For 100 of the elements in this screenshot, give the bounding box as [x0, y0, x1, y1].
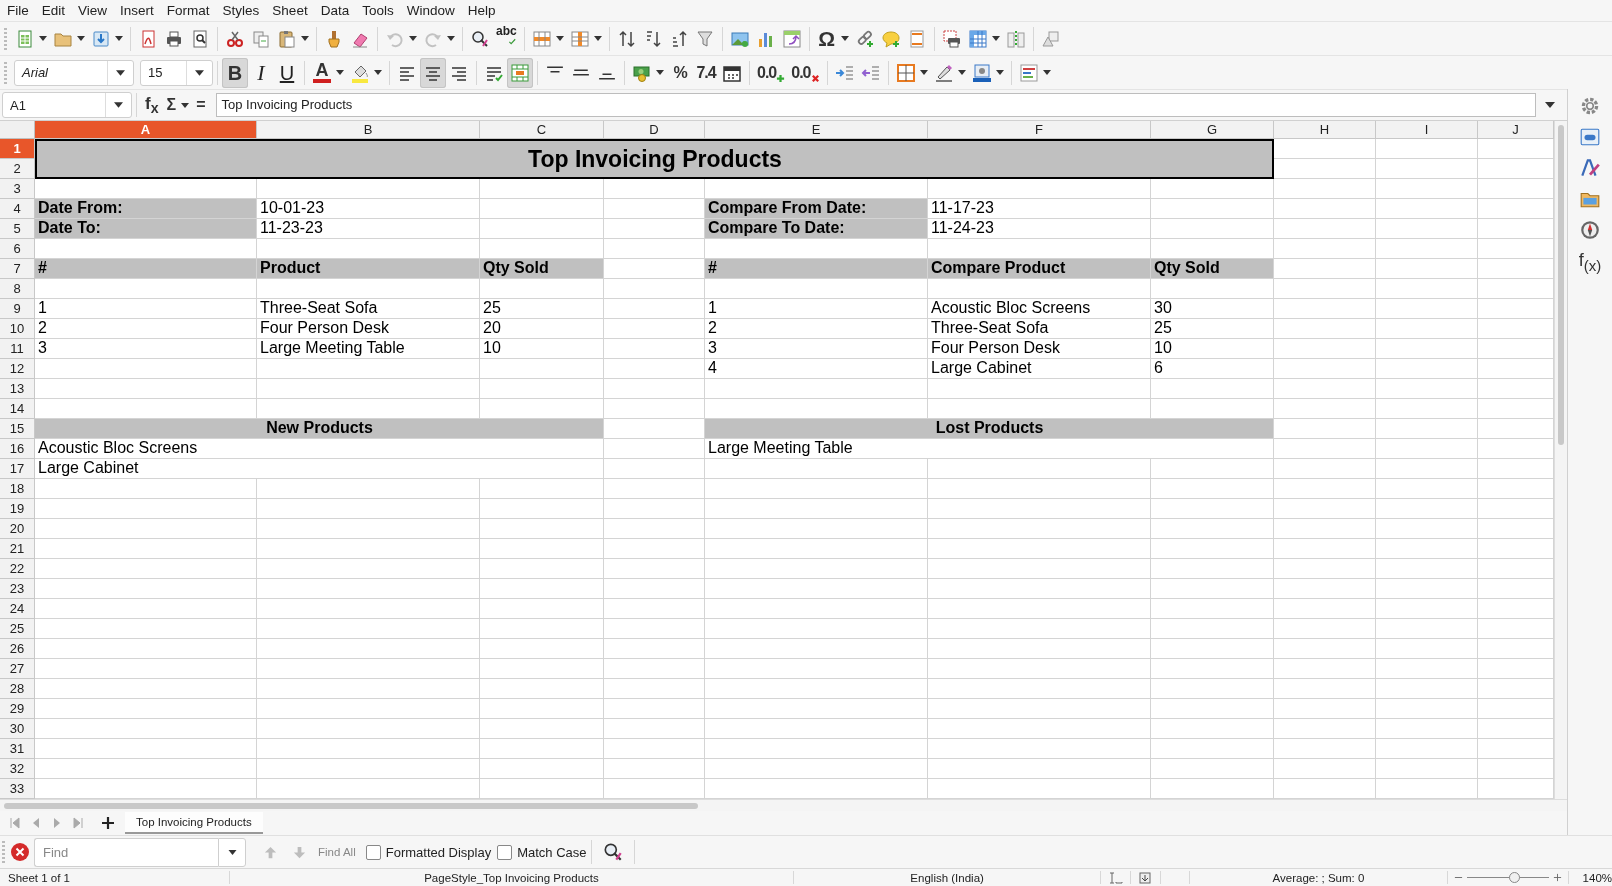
caret-icon[interactable]: [77, 36, 85, 41]
dropdown-button[interactable]: [218, 837, 246, 867]
menu-item[interactable]: Styles: [216, 3, 267, 18]
column-header[interactable]: D: [604, 121, 705, 139]
row-header[interactable]: 16: [0, 439, 35, 459]
row-header[interactable]: 26: [0, 639, 35, 659]
menu-item[interactable]: Insert: [114, 3, 161, 18]
row-header[interactable]: 3: [0, 179, 35, 199]
row-header[interactable]: 25: [0, 619, 35, 639]
column-header[interactable]: G: [1151, 121, 1274, 139]
navigator-icon[interactable]: [1579, 219, 1601, 241]
row-header[interactable]: 29: [0, 699, 35, 719]
menu-item[interactable]: Edit: [35, 3, 73, 18]
menu-item[interactable]: Format: [160, 3, 217, 18]
row-header[interactable]: 27: [0, 659, 35, 679]
caret-icon[interactable]: [991, 36, 1000, 41]
row-header[interactable]: 28: [0, 679, 35, 699]
column-header[interactable]: C: [480, 121, 604, 139]
font-name-field[interactable]: Arial: [14, 59, 134, 86]
caret-icon[interactable]: [919, 70, 928, 75]
row-header[interactable]: 13: [0, 379, 35, 399]
row-header[interactable]: 7: [0, 259, 35, 279]
row-header[interactable]: 1: [0, 139, 35, 159]
sheet-tab[interactable]: Top Invoicing Products: [125, 812, 263, 834]
row-header[interactable]: 4: [0, 199, 35, 219]
row-header[interactable]: 18: [0, 479, 35, 499]
zoom-slider-thumb[interactable]: [1509, 872, 1521, 883]
delete-decimal-button[interactable]: 0.0: [788, 57, 823, 88]
percent-button[interactable]: %: [667, 57, 693, 88]
menu-item[interactable]: Tools: [356, 3, 401, 18]
row-header[interactable]: 31: [0, 739, 35, 759]
row-header[interactable]: 17: [0, 459, 35, 479]
caret-icon[interactable]: [555, 36, 564, 41]
checkbox[interactable]: [497, 844, 513, 860]
find-field[interactable]: Find: [34, 837, 218, 867]
sum-button[interactable]: Σ: [162, 96, 181, 114]
name-box[interactable]: A1: [2, 92, 132, 118]
caret-icon[interactable]: [115, 36, 123, 41]
styles-icon[interactable]: [1579, 157, 1601, 179]
checkbox[interactable]: [365, 844, 381, 860]
row-header[interactable]: 10: [0, 319, 35, 339]
menu-item[interactable]: File: [1, 3, 36, 18]
checkbox-label[interactable]: Match Case: [517, 844, 587, 860]
row-header[interactable]: 23: [0, 579, 35, 599]
properties-icon[interactable]: [1579, 126, 1601, 148]
caret-icon[interactable]: [409, 36, 417, 41]
column-header[interactable]: F: [928, 121, 1151, 139]
spelling-button[interactable]: abc: [493, 23, 520, 54]
caret-icon[interactable]: [656, 70, 664, 75]
row-header[interactable]: 20: [0, 519, 35, 539]
row-header[interactable]: 33: [0, 779, 35, 799]
row-header[interactable]: 12: [0, 359, 35, 379]
font-color-button[interactable]: A: [309, 57, 335, 88]
close-icon[interactable]: [10, 842, 30, 862]
menu-item[interactable]: Data: [314, 3, 357, 18]
special-character-button[interactable]: Ω: [813, 23, 840, 54]
row-header[interactable]: 8: [0, 279, 35, 299]
row-header[interactable]: 24: [0, 599, 35, 619]
formula-input-field[interactable]: Top Invoicing Products: [215, 93, 1536, 117]
row-header[interactable]: 5: [0, 219, 35, 239]
column-header[interactable]: A: [35, 121, 257, 139]
caret-icon[interactable]: [39, 36, 47, 41]
caret-icon[interactable]: [336, 70, 344, 75]
row-header[interactable]: 30: [0, 719, 35, 739]
horizontal-scrollbar[interactable]: [0, 799, 1567, 811]
align-center-button[interactable]: [420, 57, 446, 88]
formula-button[interactable]: =: [192, 96, 210, 114]
row-header[interactable]: 14: [0, 399, 35, 419]
caret-icon[interactable]: [593, 36, 602, 41]
row-header[interactable]: 19: [0, 499, 35, 519]
row-header[interactable]: 6: [0, 239, 35, 259]
caret-icon[interactable]: [1042, 70, 1051, 75]
menu-item[interactable]: Window: [400, 3, 462, 18]
underline-button[interactable]: U: [274, 57, 300, 88]
caret-icon[interactable]: [840, 36, 849, 41]
row-header[interactable]: 22: [0, 559, 35, 579]
add-decimal-button[interactable]: 0.0: [754, 57, 789, 88]
row-header[interactable]: 15: [0, 419, 35, 439]
row-header[interactable]: 9: [0, 299, 35, 319]
column-header[interactable]: H: [1274, 121, 1376, 139]
merge-cells-button[interactable]: [507, 57, 533, 88]
row-header[interactable]: 11: [0, 339, 35, 359]
checkbox-label[interactable]: Formatted Display: [385, 844, 492, 860]
italic-button[interactable]: I: [248, 57, 274, 88]
menu-item[interactable]: Sheet: [266, 3, 315, 18]
font-size-field[interactable]: 15: [140, 59, 213, 86]
settings-icon[interactable]: [1579, 95, 1601, 117]
vertical-scrollbar[interactable]: [1554, 121, 1567, 799]
expand-formula-icon[interactable]: [1545, 102, 1555, 108]
add-sheet-icon[interactable]: [101, 816, 115, 830]
bold-button[interactable]: B: [222, 57, 248, 88]
caret-icon[interactable]: [181, 102, 190, 108]
column-header[interactable]: J: [1478, 121, 1554, 139]
menu-item[interactable]: View: [72, 3, 115, 18]
function-wizard-button[interactable]: f$_{x}$: [141, 93, 163, 117]
zoom-in-icon[interactable]: [1552, 873, 1562, 882]
number-format-button[interactable]: 7.4: [693, 57, 719, 88]
column-header[interactable]: E: [705, 121, 928, 139]
row-header[interactable]: 32: [0, 759, 35, 779]
caret-icon[interactable]: [301, 36, 309, 41]
